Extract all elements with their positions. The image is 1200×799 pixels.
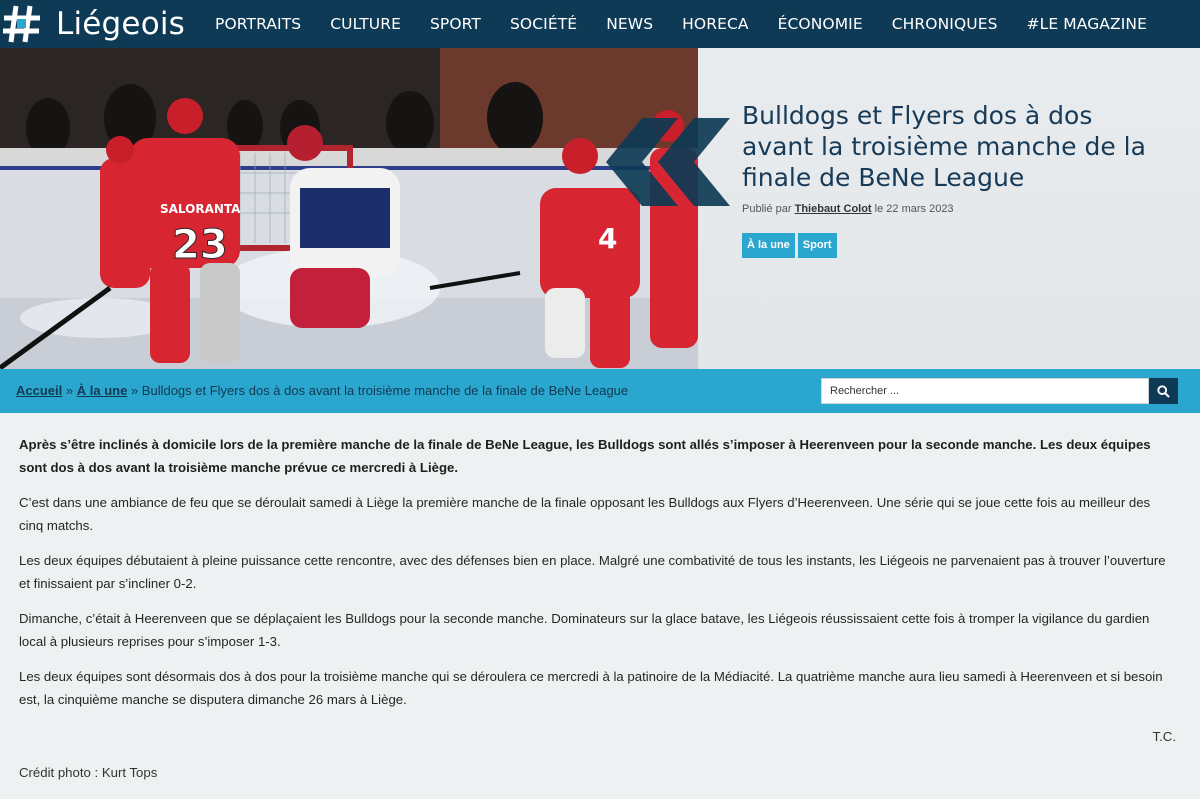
- breadcrumb: Accueil » À la une » Bulldogs et Flyers …: [16, 383, 628, 398]
- nav-le-magazine[interactable]: #LE MAGAZINE: [1027, 15, 1147, 33]
- breadcrumb-home[interactable]: Accueil: [16, 383, 62, 398]
- author-link[interactable]: Thiebaut Colot: [795, 203, 872, 215]
- search-icon: [1157, 384, 1170, 398]
- article-tags: À la une Sport: [742, 233, 840, 258]
- meta-date: le 22 mars 2023: [874, 203, 954, 215]
- tag-a-la-une[interactable]: À la une: [742, 233, 795, 258]
- nav-portraits[interactable]: PORTRAITS: [215, 15, 301, 33]
- nav-sport[interactable]: SPORT: [430, 15, 481, 33]
- hash-icon: [2, 4, 42, 44]
- breadcrumb-section[interactable]: À la une: [77, 383, 128, 398]
- nav-culture[interactable]: CULTURE: [330, 15, 401, 33]
- hero-photo: SALORANTA 23 4: [0, 48, 698, 369]
- jersey-number-23: 23: [172, 222, 228, 268]
- nav-news[interactable]: NEWS: [606, 15, 653, 33]
- main-nav: PORTRAITS CULTURE SPORT SOCIÉTÉ NEWS HOR…: [215, 15, 1176, 33]
- meta-prefix: Publié par: [742, 203, 792, 215]
- article-meta: Publié par Thiebaut Colot le 22 mars 202…: [742, 203, 954, 215]
- jersey-name: SALORANTA: [160, 202, 241, 216]
- search-input[interactable]: [821, 378, 1149, 404]
- breadcrumb-current: Bulldogs et Flyers dos à dos avant la tr…: [141, 383, 629, 398]
- site-name: Liégeois: [56, 6, 186, 42]
- site-header: Liégeois PORTRAITS CULTURE SPORT SOCIÉTÉ…: [0, 0, 1200, 48]
- search-form: [821, 378, 1178, 404]
- search-button[interactable]: [1149, 378, 1178, 404]
- article-title: Bulldogs et Flyers dos à dos avant la tr…: [742, 101, 1146, 192]
- photo-credit: Crédit photo : Kurt Tops: [19, 765, 158, 780]
- article-body: Après s’être inclinés à domicile lors de…: [19, 433, 1177, 723]
- double-chevron-left-icon: [602, 118, 734, 206]
- site-logo[interactable]: Liégeois: [0, 0, 185, 48]
- tag-sport[interactable]: Sport: [797, 233, 837, 258]
- article-signature: T.C.: [1152, 729, 1176, 744]
- article-paragraph: Dimanche, c’était à Heerenveen que se dé…: [19, 611, 1150, 649]
- breadcrumb-separator: »: [65, 383, 74, 398]
- jersey-number-4: 4: [598, 222, 617, 255]
- nav-societe[interactable]: SOCIÉTÉ: [510, 15, 577, 33]
- article-paragraph: Les deux équipes débutaient à pleine pui…: [19, 553, 1166, 591]
- article-lead: Après s’être inclinés à domicile lors de…: [19, 437, 1151, 475]
- nav-chroniques[interactable]: CHRONIQUES: [892, 15, 998, 33]
- article-paragraph: C’est dans une ambiance de feu que se dé…: [19, 495, 1151, 533]
- nav-horeca[interactable]: HORECA: [682, 15, 748, 33]
- article-hero: SALORANTA 23 4 Bulldogs et Flyers dos à …: [0, 48, 1200, 369]
- nav-economie[interactable]: ÉCONOMIE: [778, 15, 863, 33]
- article-paragraph: Les deux équipes sont désormais dos à do…: [19, 669, 1163, 707]
- breadcrumb-separator: »: [130, 383, 139, 398]
